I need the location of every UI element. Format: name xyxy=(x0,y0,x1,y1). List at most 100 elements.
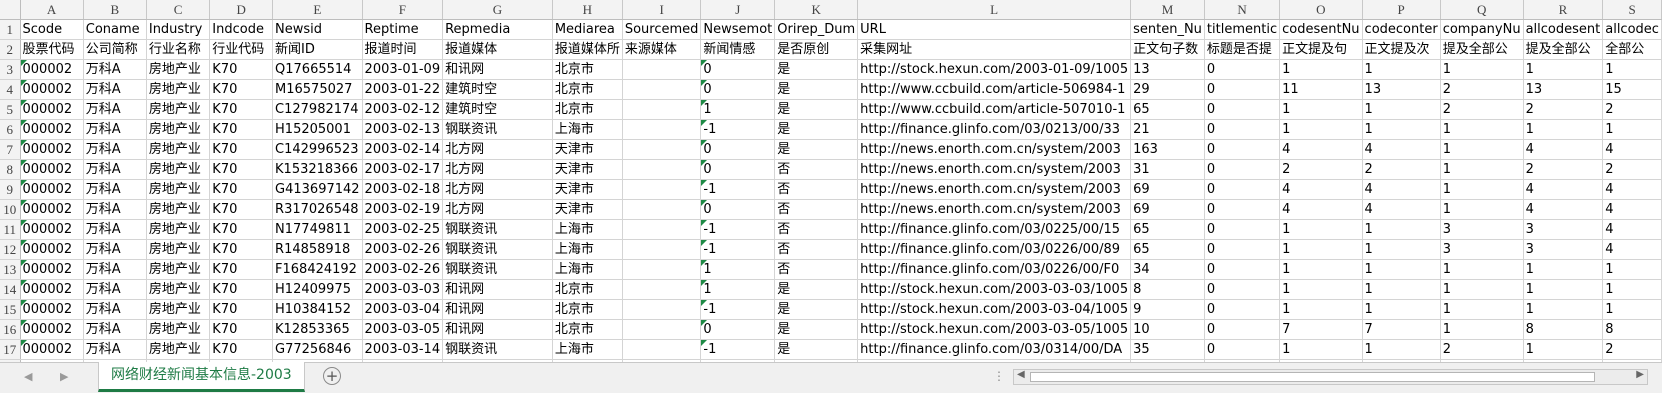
grid-cell[interactable]: 房地产业 xyxy=(146,159,211,180)
column-header[interactable]: K xyxy=(774,0,859,20)
ellipsis-icon[interactable]: ⋮ xyxy=(993,369,1005,383)
grid-cell[interactable]: 2 xyxy=(1602,339,1662,360)
grid-cell[interactable]: 1 xyxy=(1602,259,1662,280)
grid-cell[interactable]: Orirep_Dum xyxy=(774,19,859,40)
grid-cell[interactable]: K70 xyxy=(209,279,274,300)
grid-cell[interactable]: 否 xyxy=(774,179,859,200)
grid-cell[interactable]: K70 xyxy=(209,339,274,360)
grid-cell[interactable]: 万科A xyxy=(83,279,147,300)
grid-cell[interactable]: 2003-02-12 xyxy=(362,99,444,120)
sheet-tab[interactable]: 网络财经新闻基本信息-2003 xyxy=(98,362,305,392)
grid-cell[interactable]: 行业代码 xyxy=(209,39,274,60)
grid-cell[interactable]: http://news.enorth.com.cn/system/2003 xyxy=(857,159,1132,180)
grid-cell[interactable]: 2003-02-18 xyxy=(362,179,444,200)
grid-cell[interactable]: 1 xyxy=(1602,279,1662,300)
scroll-left-icon[interactable]: ◀ xyxy=(1017,369,1025,380)
grid-cell[interactable]: 是 xyxy=(774,59,859,80)
grid-cell[interactable]: codesentNu xyxy=(1279,19,1363,40)
column-header[interactable]: H xyxy=(552,0,623,20)
grid-cell[interactable]: 否 xyxy=(774,219,859,240)
grid-cell[interactable]: http://stock.hexun.com/2003-01-09/1005 xyxy=(857,59,1132,80)
column-header[interactable]: F xyxy=(362,0,444,20)
grid-cell[interactable] xyxy=(622,319,702,340)
grid-cell[interactable]: 3 xyxy=(1523,219,1604,240)
grid-cell[interactable]: 提及全部公 xyxy=(1440,39,1524,60)
grid-cell[interactable]: 0 xyxy=(700,199,776,220)
grid-cell[interactable] xyxy=(622,219,702,240)
grid-cell[interactable]: 采集网址 xyxy=(857,39,1132,60)
grid-cell[interactable]: 1 xyxy=(1279,279,1363,300)
column-header[interactable]: G xyxy=(442,0,553,20)
grid-cell[interactable]: 1 xyxy=(700,99,776,120)
grid-cell[interactable]: 2003-01-09 xyxy=(362,59,444,80)
grid-cell[interactable]: 0 xyxy=(1204,139,1281,160)
grid-cell[interactable]: 万科A xyxy=(83,79,147,100)
plus-circle-icon[interactable]: + xyxy=(323,367,341,385)
grid-cell[interactable]: 2003-02-17 xyxy=(362,159,444,180)
grid-cell[interactable]: 000002 xyxy=(20,59,84,80)
grid-cell[interactable]: companyNu xyxy=(1440,19,1524,40)
grid-cell[interactable]: 1 xyxy=(1440,279,1524,300)
grid-cell[interactable] xyxy=(622,99,702,120)
grid-cell[interactable]: 4 xyxy=(1523,199,1604,220)
grid-cell[interactable]: 万科A xyxy=(83,339,147,360)
grid-cell[interactable]: 新闻情感 xyxy=(700,39,776,60)
grid-cell[interactable]: 0 xyxy=(700,59,776,80)
grid-cell[interactable]: 1 xyxy=(1602,119,1662,140)
grid-cell[interactable]: -1 xyxy=(700,339,776,360)
grid-cell[interactable]: 1 xyxy=(1362,339,1441,360)
column-header[interactable]: Q xyxy=(1440,0,1524,20)
grid-cell[interactable]: -1 xyxy=(700,219,776,240)
column-header[interactable]: N xyxy=(1204,0,1281,20)
grid-cell[interactable]: 7 xyxy=(1362,319,1441,340)
row-header[interactable]: 5 xyxy=(0,99,21,120)
grid-cell[interactable]: 钢联资讯 xyxy=(442,339,553,360)
grid-cell[interactable]: K70 xyxy=(209,59,274,80)
grid-cell[interactable] xyxy=(622,139,702,160)
grid-cell[interactable]: 1 xyxy=(1523,279,1604,300)
grid-cell[interactable]: H12409975 xyxy=(272,279,363,300)
grid-cell[interactable]: 000002 xyxy=(20,139,84,160)
grid-cell[interactable]: -1 xyxy=(700,239,776,260)
grid-cell[interactable]: 2 xyxy=(1523,159,1604,180)
grid-cell[interactable]: 是 xyxy=(774,119,859,140)
grid-cell[interactable]: 11 xyxy=(1279,79,1363,100)
grid-cell[interactable]: 房地产业 xyxy=(146,279,211,300)
grid-cell[interactable]: 34 xyxy=(1130,259,1205,280)
grid-cell[interactable]: 1 xyxy=(1279,339,1363,360)
grid-cell[interactable]: 万科A xyxy=(83,179,147,200)
column-header[interactable]: A xyxy=(20,0,84,20)
grid-cell[interactable]: 0 xyxy=(1204,239,1281,260)
grid-cell[interactable]: 0 xyxy=(1204,79,1281,100)
grid-cell[interactable]: 新闻ID xyxy=(272,39,363,60)
grid-cell[interactable]: http://finance.glinfo.com/03/0225/00/15 xyxy=(857,219,1132,240)
grid-cell[interactable] xyxy=(622,159,702,180)
grid-cell[interactable]: 0 xyxy=(700,159,776,180)
grid-cell[interactable]: 提及全部公 xyxy=(1523,39,1604,60)
grid-cell[interactable]: 000002 xyxy=(20,199,84,220)
grid-cell[interactable]: 2 xyxy=(1362,159,1441,180)
grid-cell[interactable]: 北方网 xyxy=(442,199,553,220)
grid-cell[interactable]: 13 xyxy=(1523,79,1604,100)
grid-cell[interactable]: 2 xyxy=(1602,99,1662,120)
grid-cell[interactable]: G77256846 xyxy=(272,339,363,360)
grid-cell[interactable]: 8 xyxy=(1523,319,1604,340)
grid-cell[interactable]: 房地产业 xyxy=(146,99,211,120)
grid-cell[interactable]: 2 xyxy=(1440,99,1524,120)
grid-cell[interactable]: Mediarea xyxy=(552,19,623,40)
grid-cell[interactable]: -1 xyxy=(700,179,776,200)
grid-cell[interactable]: K70 xyxy=(209,99,274,120)
grid-cell[interactable]: M16575027 xyxy=(272,79,363,100)
grid-cell[interactable]: 报道媒体 xyxy=(442,39,553,60)
grid-cell[interactable]: 报道媒体所 xyxy=(552,39,623,60)
grid-cell[interactable]: Repmedia xyxy=(442,19,553,40)
grid-cell[interactable]: 万科A xyxy=(83,299,147,320)
grid-cell[interactable]: 上海市 xyxy=(552,219,623,240)
grid-cell[interactable]: 行业名称 xyxy=(146,39,211,60)
grid-cell[interactable]: K70 xyxy=(209,299,274,320)
grid-cell[interactable]: H15205001 xyxy=(272,119,363,140)
grid-cell[interactable]: 000002 xyxy=(20,79,84,100)
grid-cell[interactable]: 和讯网 xyxy=(442,59,553,80)
grid-cell[interactable]: 1 xyxy=(1362,299,1441,320)
grid-cell[interactable]: 0 xyxy=(1204,159,1281,180)
